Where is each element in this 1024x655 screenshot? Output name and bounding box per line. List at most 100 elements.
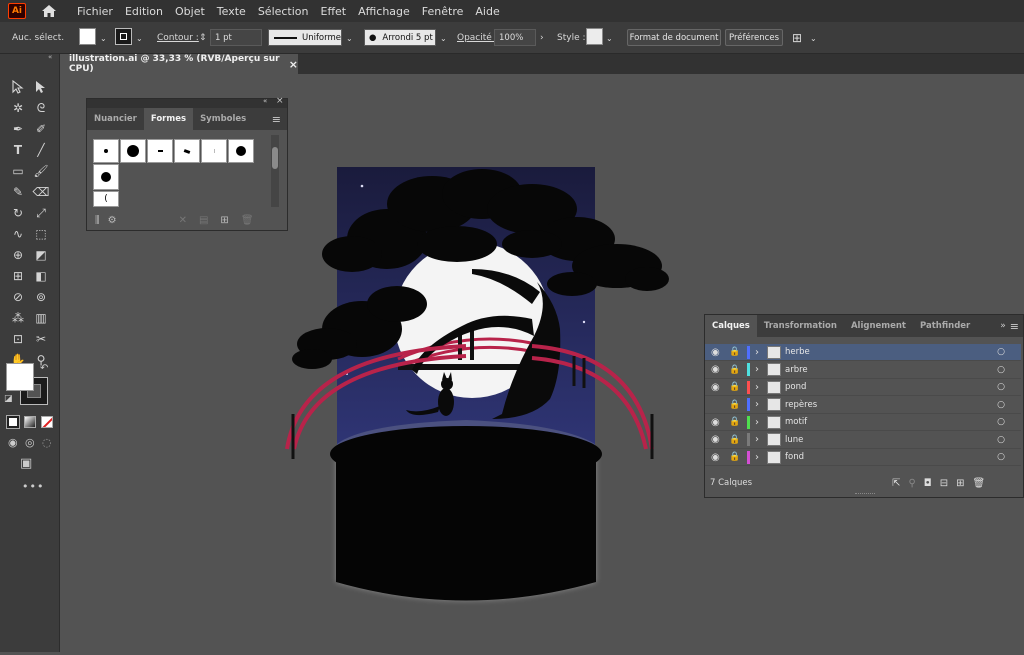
brush-dropdown[interactable]: ● Arrondi 5 pt [364,29,436,46]
collapse-icon[interactable]: « [48,53,52,61]
stepper-icon[interactable]: ⇕ [199,30,207,46]
chevron-right-icon[interactable]: › [755,452,759,463]
brush-swatch[interactable]: ( [93,191,119,207]
gradient-mode-icon[interactable] [24,416,36,428]
brush-swatch[interactable] [93,139,119,163]
expand-icon[interactable]: » [1000,321,1006,331]
tab-formes[interactable]: Formes [143,108,194,130]
screen-mode-icon[interactable]: ▣ [20,456,32,471]
perspective-grid-icon[interactable]: ◩ [31,246,51,264]
free-transform-icon[interactable]: ⬚ [31,225,51,243]
brush-swatch[interactable] [174,139,200,163]
eye-icon[interactable]: ◉ [711,364,725,375]
eye-icon[interactable]: ◉ [711,434,725,445]
stroke-swatch[interactable] [115,28,132,45]
menu-selection[interactable]: Sélection [252,5,315,18]
target-icon[interactable]: ○ [997,365,1005,375]
eye-icon[interactable]: ◉ [711,452,725,463]
selection-tool-icon[interactable] [8,78,28,96]
delete-icon[interactable]: 🗑 [241,215,254,226]
swap-icon[interactable]: ↶ [40,363,48,374]
draw-behind-icon[interactable]: ◎ [25,436,35,449]
shape-builder-icon[interactable]: ⊕ [8,246,28,264]
chevron-right-icon[interactable]: › [755,399,759,410]
layer-row[interactable]: 🔒 › repères ○ [705,397,1021,414]
new-sublayer-icon[interactable]: ⊟ [940,478,948,489]
toolbar-grip[interactable]: « [0,53,60,64]
line-tool-icon[interactable]: ╱ [31,141,51,159]
menu-edition[interactable]: Edition [119,5,169,18]
blend-tool-icon[interactable]: ⊚ [31,288,51,306]
tab-calques[interactable]: Calques [705,315,757,337]
options-icon[interactable]: ▤ [199,215,208,226]
close-icon[interactable]: × [289,58,298,71]
lock-icon[interactable]: 🔒 [729,382,743,392]
preferences-button[interactable]: Préférences [725,29,783,46]
fill-color-box[interactable] [6,363,34,391]
artboard-tool-icon[interactable]: ⊡ [8,330,28,348]
brush-swatch[interactable] [228,139,254,163]
menu-fenetre[interactable]: Fenêtre [416,5,470,18]
delete-icon[interactable]: 🗑 [972,478,985,489]
menu-texte[interactable]: Texte [211,5,252,18]
lock-icon[interactable]: 🔒 [729,435,743,445]
color-mode-icon[interactable] [6,415,20,429]
panel-menu-icon[interactable]: ≡ [272,113,281,126]
scale-tool-icon[interactable]: ⤢ [31,204,51,222]
tab-pathfinder[interactable]: Pathfinder [913,315,977,337]
brush-swatch[interactable] [201,139,227,163]
search-icon[interactable]: ⚲ [908,478,915,489]
brush-swatch[interactable] [93,164,119,190]
style-swatch[interactable] [586,28,603,45]
mesh-tool-icon[interactable]: ⊞ [8,267,28,285]
tab-nuancier[interactable]: Nuancier [87,108,144,130]
layer-row[interactable]: ◉ 🔒 › lune ○ [705,432,1021,449]
rotate-tool-icon[interactable]: ↻ [8,204,28,222]
chevron-right-icon[interactable]: › [540,30,544,46]
layer-row[interactable]: ◉ 🔒 › arbre ○ [705,362,1021,379]
library-icon[interactable]: ⫼ [95,215,100,226]
layer-row[interactable]: ◉ 🔒 › herbe ○ [705,344,1021,361]
paintbrush-icon[interactable]: 🖌 [31,162,51,180]
curvature-tool-icon[interactable]: ✐ [31,120,51,138]
target-icon[interactable]: ○ [997,382,1005,392]
brush-swatch[interactable] [147,139,173,163]
menu-effet[interactable]: Effet [315,5,353,18]
clip-mask-icon[interactable]: ◘ [924,478,932,489]
chevron-right-icon[interactable]: › [755,417,759,428]
gradient-tool-icon[interactable]: ◧ [31,267,51,285]
opacity-field[interactable]: 100% [494,29,536,46]
eraser-icon[interactable]: ⌫ [31,183,51,201]
chevron-right-icon[interactable]: › [755,347,759,358]
target-icon[interactable]: ○ [997,347,1005,357]
lock-icon[interactable]: 🔒 [729,347,743,357]
tab-symboles[interactable]: Symboles [193,108,253,130]
brush-swatch[interactable] [120,139,146,163]
new-brush-icon[interactable]: ⊞ [220,215,228,226]
shaper-tool-icon[interactable]: ✎ [8,183,28,201]
lock-icon[interactable]: 🔒 [729,365,743,375]
home-icon[interactable] [41,4,57,18]
chevron-right-icon[interactable]: › [755,382,759,393]
default-colors-icon[interactable]: ◪ [4,394,13,404]
fill-swatch[interactable] [79,28,96,45]
chevron-right-icon[interactable]: › [755,434,759,445]
slice-tool-icon[interactable]: ✂ [31,330,51,348]
lock-icon[interactable]: 🔒 [729,417,743,427]
chevron-right-icon[interactable]: › [755,364,759,375]
panel-menu-icon[interactable]: ≡ [1010,320,1019,333]
magic-wand-icon[interactable]: ✲ [8,99,28,117]
none-mode-icon[interactable] [41,416,53,428]
eye-icon[interactable]: ◉ [711,347,725,358]
target-icon[interactable]: ○ [997,452,1005,462]
chevron-down-icon[interactable]: ⌄ [346,30,353,46]
menu-affichage[interactable]: Affichage [352,5,416,18]
type-tool-icon[interactable]: T [8,141,28,159]
rectangle-tool-icon[interactable]: ▭ [8,162,28,180]
collapse-icon[interactable]: « [263,97,267,105]
remove-stroke-icon[interactable]: ✕ [179,215,187,226]
document-tab[interactable]: illustration.ai @ 33,33 % (RVB/Aperçu su… [62,54,298,74]
symbol-sprayer-icon[interactable]: ⁂ [8,309,28,327]
brush-library-icon[interactable]: ⚙ [108,215,117,226]
chevron-down-icon[interactable]: ⌄ [136,30,143,46]
